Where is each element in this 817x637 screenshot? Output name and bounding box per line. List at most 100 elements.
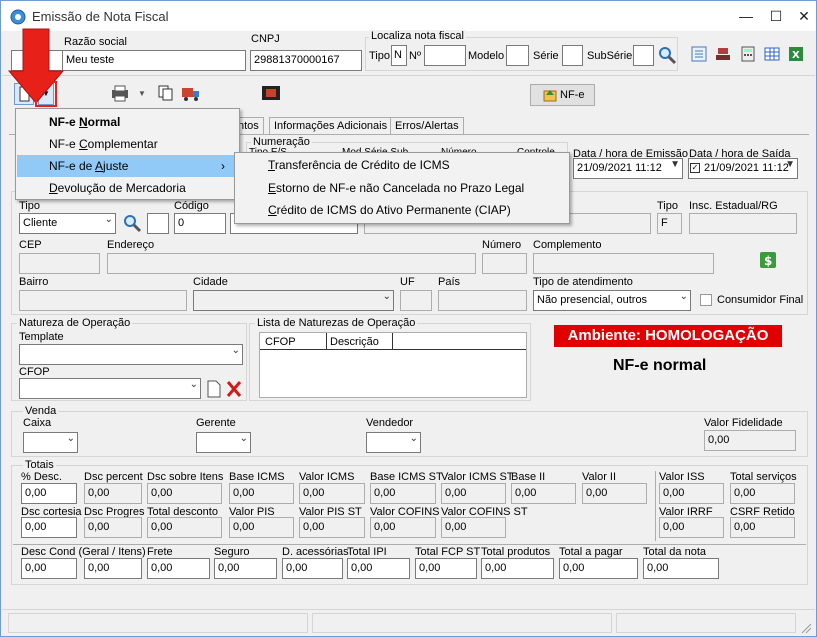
totais-field-input[interactable]: 0,00	[559, 558, 638, 579]
numero-input[interactable]	[424, 45, 466, 66]
totais-label: Totais	[23, 459, 56, 471]
caixa-label: Caixa	[23, 417, 52, 429]
document-icon[interactable]	[205, 379, 223, 399]
totais-field-label: Valor ICMS	[299, 471, 355, 483]
print-button[interactable]	[109, 83, 133, 105]
dest-codigo-input[interactable]: 0	[174, 213, 226, 234]
uf-label: UF	[400, 276, 415, 288]
tab-erros-alertas[interactable]: Erros/Alertas	[390, 117, 464, 135]
transport-button[interactable]	[180, 83, 202, 105]
menu-item-nfe-ajuste[interactable]: NF-e de Ajuste ›	[17, 155, 238, 177]
data-saida-value: 21/09/2021 11:12	[704, 162, 789, 174]
razao-social-label: Razão social	[64, 36, 127, 48]
dest-tipo-select[interactable]: Cliente ⌄	[19, 213, 116, 234]
menu-accel: C	[79, 137, 88, 151]
close-button[interactable]: ✕	[789, 5, 816, 27]
totais-field-input: 0,00	[229, 483, 294, 504]
minimize-button[interactable]: —	[731, 5, 761, 27]
copy-button[interactable]	[156, 83, 178, 105]
caixa-select[interactable]: ⌄	[23, 432, 78, 453]
serie-input[interactable]	[562, 45, 583, 66]
complemento-input	[533, 253, 714, 274]
totais-field-input[interactable]: 0,00	[282, 558, 343, 579]
modelo-label: Modelo	[468, 50, 505, 62]
saida-checkbox[interactable]: ✓	[690, 163, 700, 173]
submenu-item-transferencia[interactable]: Transferência de Crédito de ICMS	[236, 154, 568, 176]
stamp-icon[interactable]	[714, 45, 732, 63]
totais-field-input[interactable]: 0,00	[347, 558, 410, 579]
totais-field-input[interactable]: 0,00	[481, 558, 554, 579]
main-window: Emissão de Nota Fiscal — ☐ ✕ Razão socia…	[0, 0, 817, 637]
col-divider	[326, 333, 327, 350]
totais-field-input[interactable]: 0,00	[643, 558, 719, 579]
menu-item-nfe-complementar[interactable]: NF-e Complementar	[17, 133, 238, 155]
totais-field-input: 0,00	[147, 517, 222, 538]
search-icon[interactable]	[122, 213, 142, 233]
cnpj-input[interactable]: 29881370000167	[250, 50, 362, 71]
cidade-select: ⌄	[193, 290, 394, 311]
totais-field-input[interactable]: 0,00	[214, 558, 277, 579]
totais-field-input[interactable]: 0,00	[415, 558, 477, 579]
totais-field-label: D. acessórias	[282, 546, 349, 558]
app-icon	[10, 9, 26, 25]
search-icon[interactable]	[657, 45, 677, 65]
menu-item-devolucao[interactable]: Devolução de Mercadoria	[17, 177, 238, 199]
subserie-input[interactable]	[633, 45, 654, 66]
menu-item-nfe-normal[interactable]: NF-e Normal	[17, 111, 238, 133]
delete-icon[interactable]	[225, 379, 243, 399]
dest-dv-input[interactable]	[147, 213, 169, 234]
totais-field-input[interactable]: 0,00	[21, 483, 77, 504]
money-icon[interactable]: $	[759, 251, 777, 269]
modelo-input[interactable]	[506, 45, 529, 66]
col-descricao-header: Descrição	[330, 336, 379, 348]
print-dropdown-button[interactable]: ▼	[135, 83, 149, 105]
submenu-item-credito-ciap[interactable]: Crédito de ICMS do Ativo Permanente (CIA…	[236, 199, 568, 221]
numero-label: Nº	[409, 50, 421, 62]
razao-social-input[interactable]: Meu teste	[62, 50, 246, 71]
totais-field-input: 0,00	[147, 483, 222, 504]
list-report-icon[interactable]	[690, 45, 708, 63]
menu-text: NF-e	[49, 137, 79, 151]
template-select[interactable]: ⌄	[19, 344, 243, 365]
vendedor-select[interactable]: ⌄	[366, 432, 421, 453]
menu-text: ormal	[87, 115, 121, 129]
consumidor-final-checkbox[interactable]	[700, 294, 712, 306]
menu-accel: E	[268, 181, 277, 195]
totais-field-input[interactable]: 0,00	[147, 558, 210, 579]
totais-field-input[interactable]: 0,00	[21, 517, 77, 538]
data-emissao-picker[interactable]: 21/09/2021 11:12 ▼	[573, 158, 683, 179]
totais-field-label: Valor ISS	[659, 471, 705, 483]
dest-numero-label: Número	[482, 239, 522, 251]
submenu-item-estorno[interactable]: Estorno de NF-e não Cancelada no Prazo L…	[236, 177, 568, 199]
dest-tipo-value: Cliente	[23, 217, 58, 229]
totais-field-input: 0,00	[229, 517, 294, 538]
grid-icon[interactable]	[763, 45, 781, 63]
tipo-input[interactable]: N	[391, 45, 407, 66]
naturezas-grid[interactable]: CFOP Descrição	[259, 332, 527, 398]
film-button[interactable]	[260, 83, 282, 105]
localiza-label: Localiza nota fiscal	[369, 30, 466, 42]
valor-fidelidade-label: Valor Fidelidade	[704, 417, 783, 429]
gerente-select[interactable]: ⌄	[196, 432, 251, 453]
excel-export-icon[interactable]: X	[787, 45, 805, 63]
totais-field-label: Total a pagar	[559, 546, 623, 558]
chevron-down-icon: ⌄	[679, 291, 688, 302]
chevron-down-icon: ▼	[785, 159, 795, 170]
totais-field-input[interactable]: 0,00	[84, 558, 142, 579]
calculator-icon[interactable]	[739, 45, 757, 63]
totais-field-input: 0,00	[84, 483, 142, 504]
data-saida-picker[interactable]: ✓ 21/09/2021 11:12 ▼	[688, 158, 798, 179]
nfe-button[interactable]: NF-e	[530, 84, 595, 106]
dest-ie-input	[689, 213, 797, 234]
chevron-down-icon: ⌄	[239, 433, 248, 444]
cfop-select[interactable]: ⌄	[19, 378, 201, 399]
pais-label: País	[438, 276, 461, 288]
totais-field-label: Dsc percent	[84, 471, 143, 483]
tipo-atendimento-select[interactable]: Não presencial, outros ⌄	[533, 290, 691, 311]
totais-field-input[interactable]: 0,00	[21, 558, 77, 579]
printer-icon	[112, 85, 128, 102]
maximize-button[interactable]: ☐	[761, 5, 791, 27]
resize-grip-icon[interactable]	[800, 622, 812, 634]
tab-informacoes-adicionais[interactable]: Informações Adicionais	[269, 117, 393, 135]
ambiente-badge: Ambiente: HOMOLOGAÇÃO	[554, 325, 782, 347]
